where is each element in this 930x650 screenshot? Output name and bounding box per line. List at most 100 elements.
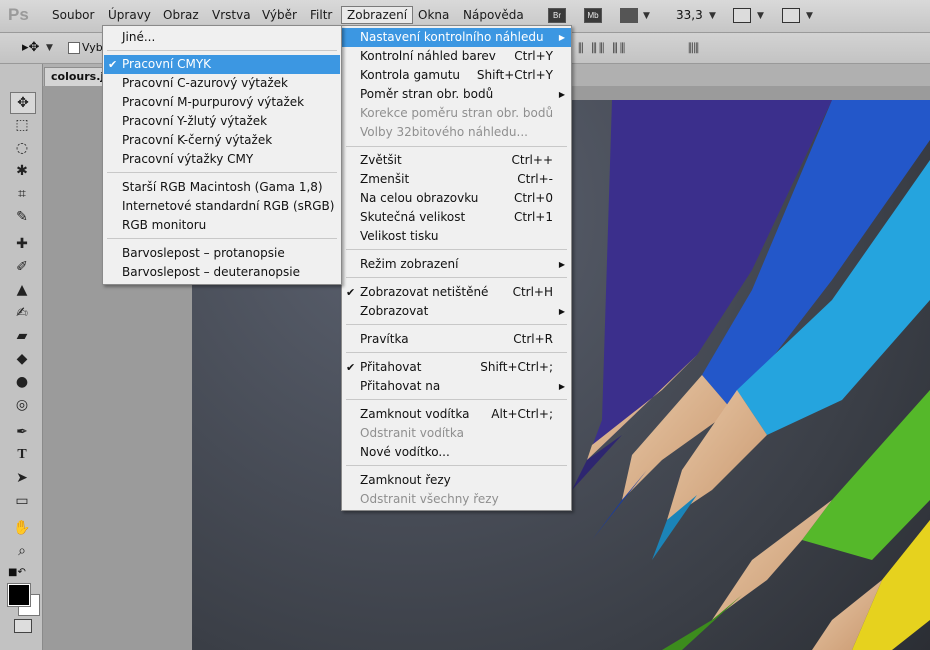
brush-tool-icon[interactable]: ✐ <box>10 257 34 277</box>
path-selection-icon[interactable]: ➤ <box>10 468 34 488</box>
menu-item-lock-slices[interactable]: Zamknout řezy <box>342 471 571 490</box>
zoom-tool-icon[interactable]: ⌕ <box>10 541 34 561</box>
crop-tool-icon[interactable]: ⌗ <box>10 184 34 204</box>
mini-bridge-button[interactable]: Mb <box>584 8 602 23</box>
menu-item-actual-pixels[interactable]: Skutečná velikost Ctrl+1 <box>342 208 571 227</box>
move-tool-preset-icon[interactable]: ▸✥ <box>22 40 39 55</box>
rectangle-tool-icon[interactable]: ▭ <box>10 491 34 511</box>
menu-item-print-size[interactable]: Velikost tisku <box>342 227 571 246</box>
auto-select-checkbox[interactable] <box>68 42 80 54</box>
menu-item-proof-colors[interactable]: Kontrolní náhled barev Ctrl+Y <box>342 47 571 66</box>
chevron-down-icon[interactable]: ▼ <box>806 11 813 21</box>
chevron-down-icon[interactable]: ▼ <box>709 11 716 21</box>
menu-vrstva[interactable]: Vrstva <box>212 8 251 22</box>
submenu-arrow-icon: ▶ <box>558 307 565 316</box>
menu-separator <box>346 399 567 400</box>
align-distribute-icons[interactable]: ⫼ ⫼⫼ ⫼⫼ <box>578 41 627 56</box>
menu-separator <box>346 352 567 353</box>
menu-filtr[interactable]: Filtr <box>310 8 332 22</box>
paint-bucket-icon[interactable]: ◆ <box>10 349 34 369</box>
menu-zobrazeni[interactable]: Zobrazení <box>341 6 414 24</box>
menu-item-clear-slices: Odstranit všechny řezy <box>360 492 499 506</box>
arrange-documents-icon[interactable] <box>733 8 751 23</box>
lasso-tool-icon[interactable]: ◌ <box>10 138 34 158</box>
clone-stamp-icon[interactable]: ▲ <box>10 280 34 300</box>
chevron-down-icon[interactable]: ▼ <box>643 11 650 21</box>
hand-tool-icon[interactable]: ✋ <box>10 518 34 538</box>
check-icon: ✔ <box>346 286 356 299</box>
menu-item-zoom-in[interactable]: Zvětšit Ctrl++ <box>342 151 571 170</box>
submenu-item-protanopia[interactable]: Barvoslepost – protanopsie <box>103 244 341 263</box>
type-tool-icon[interactable]: T <box>10 445 34 465</box>
menu-okna[interactable]: Okna <box>418 8 449 22</box>
menu-item-fit-on-screen[interactable]: Na celou obrazovku Ctrl+0 <box>342 189 571 208</box>
check-icon: ✔ <box>346 361 356 374</box>
magic-wand-icon[interactable]: ✱ <box>10 161 34 181</box>
zoom-level[interactable]: 33,3 <box>676 8 703 22</box>
menu-separator <box>107 238 337 239</box>
blur-tool-icon[interactable]: ● <box>10 372 34 392</box>
toolbox: ✥ ⬚ ◌ ✱ ⌗ ✎ ✚ ✐ ▲ ✍ ▰ ◆ ● ◎ ✒ T ➤ ▭ ✋ ⌕ … <box>0 64 43 650</box>
menu-item-gamut-warning[interactable]: Kontrola gamutu Shift+Ctrl+Y <box>342 66 571 85</box>
menu-item-show[interactable]: Zobrazovat ▶ <box>342 302 571 321</box>
bridge-button[interactable]: Br <box>548 8 566 23</box>
menu-item-pixel-aspect-correction: Korekce poměru stran obr. bodů <box>360 106 554 120</box>
dodge-tool-icon[interactable]: ◎ <box>10 395 34 415</box>
marquee-tool-icon[interactable]: ⬚ <box>10 115 34 135</box>
menu-item-lock-guides[interactable]: Zamknout vodítka Alt+Ctrl+; <box>342 405 571 424</box>
menu-item-zoom-out[interactable]: Zmenšit Ctrl+- <box>342 170 571 189</box>
submenu-item-magenta-plate[interactable]: Pracovní M-purpurový výtažek <box>103 93 341 112</box>
move-tool-icon[interactable]: ✥ <box>10 92 36 114</box>
submenu-item-custom[interactable]: Jiné... <box>103 28 341 47</box>
submenu-item-srgb[interactable]: Internetové standardní RGB (sRGB) <box>103 197 341 216</box>
menu-item-screen-mode[interactable]: Režim zobrazení ▶ <box>342 255 571 274</box>
menu-item-pixel-aspect-ratio[interactable]: Poměr stran obr. bodů ▶ <box>342 85 571 104</box>
history-brush-icon[interactable]: ✍ <box>10 303 34 323</box>
filmstrip-icon[interactable] <box>620 8 638 23</box>
menu-upravy[interactable]: Úpravy <box>108 8 151 22</box>
menu-item-rulers[interactable]: Pravítka Ctrl+R <box>342 330 571 349</box>
menu-separator <box>346 249 567 250</box>
auto-select-label: Vyb <box>82 41 103 54</box>
menu-separator <box>107 50 337 51</box>
menu-obraz[interactable]: Obraz <box>163 8 199 22</box>
submenu-item-cmy-plates[interactable]: Pracovní výtažky CMY <box>103 150 341 169</box>
menu-vyber[interactable]: Výběr <box>262 8 297 22</box>
menu-item-new-guide[interactable]: Nové vodítko... <box>342 443 571 462</box>
screen-mode-icon[interactable] <box>782 8 800 23</box>
menu-soubor[interactable]: Soubor <box>52 8 94 22</box>
menu-separator <box>346 277 567 278</box>
menu-item-32bit-preview: Volby 32bitového náhledu... <box>360 125 528 139</box>
menu-item-proof-setup[interactable]: Nastavení kontrolního náhledu ▶ <box>342 28 571 47</box>
submenu-item-monitor-rgb[interactable]: RGB monitoru <box>103 216 341 235</box>
auto-align-icon[interactable]: ⫼⫼ <box>688 41 699 56</box>
menu-separator <box>346 465 567 466</box>
chevron-down-icon[interactable]: ▼ <box>46 43 53 53</box>
proof-setup-submenu: Jiné... ✔ Pracovní CMYK Pracovní C-azuro… <box>102 25 342 285</box>
quick-mask-icon[interactable] <box>14 619 32 633</box>
menu-item-snap-to[interactable]: Přitahovat na ▶ <box>342 377 571 396</box>
submenu-item-black-plate[interactable]: Pracovní K-černý výtažek <box>103 131 341 150</box>
menu-napoveda[interactable]: Nápověda <box>463 8 524 22</box>
menu-item-extras[interactable]: ✔ Zobrazovat netištěné Ctrl+H <box>342 283 571 302</box>
eraser-icon[interactable]: ▰ <box>10 326 34 346</box>
submenu-item-legacy-mac-rgb[interactable]: Starší RGB Macintosh (Gama 1,8) <box>103 178 341 197</box>
view-menu-dropdown: Nastavení kontrolního náhledu ▶ Kontroln… <box>341 25 572 511</box>
pen-tool-icon[interactable]: ✒ <box>10 422 34 442</box>
menu-item-clear-guides: Odstranit vodítka <box>360 426 464 440</box>
chevron-down-icon[interactable]: ▼ <box>757 11 764 21</box>
default-colors-icon[interactable]: ■↶ <box>8 567 26 578</box>
submenu-item-working-cmyk[interactable]: ✔ Pracovní CMYK <box>104 55 340 74</box>
healing-brush-icon[interactable]: ✚ <box>10 234 34 254</box>
submenu-arrow-icon: ▶ <box>558 33 565 42</box>
menu-item-snap[interactable]: ✔ Přitahovat Shift+Ctrl+; <box>342 358 571 377</box>
submenu-item-cyan-plate[interactable]: Pracovní C-azurový výtažek <box>103 74 341 93</box>
submenu-item-deuteranopia[interactable]: Barvoslepost – deuteranopsie <box>103 263 341 282</box>
submenu-item-yellow-plate[interactable]: Pracovní Y-žlutý výtažek <box>103 112 341 131</box>
eyedropper-icon[interactable]: ✎ <box>10 207 34 227</box>
submenu-arrow-icon: ▶ <box>558 260 565 269</box>
foreground-color-swatch[interactable] <box>8 584 30 606</box>
check-icon: ✔ <box>108 58 118 71</box>
menu-separator <box>107 172 337 173</box>
menu-separator <box>346 146 567 147</box>
